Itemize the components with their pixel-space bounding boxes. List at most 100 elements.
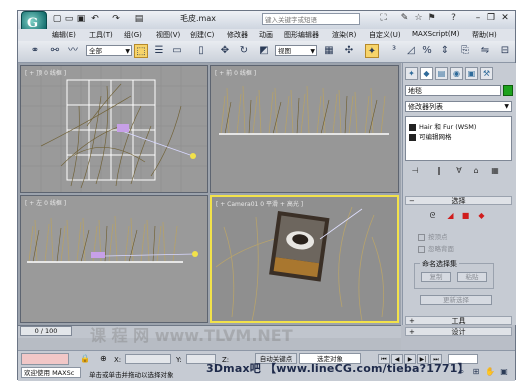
menu-rendering[interactable]: 渲染(R) xyxy=(332,30,356,40)
binoculars-icon[interactable]: ⛶ xyxy=(378,13,389,24)
face-select-icon[interactable]: ■ xyxy=(461,211,470,220)
restore-icon[interactable]: ❐ xyxy=(485,12,497,24)
select-manipulate-icon[interactable]: ✣ xyxy=(342,44,356,58)
window-crossing-icon[interactable]: ▯ xyxy=(194,44,208,58)
viewport-label[interactable]: [ + Camera01 0 平滑 + 高光 ] xyxy=(216,199,303,208)
reference-coordinate-dropdown[interactable]: 视图 ▼ xyxy=(275,45,317,56)
copy-button[interactable]: 复制 xyxy=(421,272,451,282)
viewport-left[interactable]: [ + 左 0 线框 ] xyxy=(20,195,208,323)
remove-modifier-icon[interactable]: ⌂ xyxy=(471,166,481,176)
faint-watermark: 课 程 网 www.TLVM.NET xyxy=(90,326,293,345)
menu-maxscript[interactable]: MAXScript(M) xyxy=(412,30,459,38)
zoom-all-icon[interactable]: ⊞ xyxy=(470,366,482,377)
modify-tab-icon[interactable]: ◆ xyxy=(420,67,433,80)
modifier-list-dropdown[interactable]: 修改器列表 ▼ xyxy=(405,101,512,112)
x-coordinate-field[interactable] xyxy=(125,354,171,364)
project-folder-icon[interactable]: ▤ xyxy=(134,14,144,24)
menu-customize[interactable]: 自定义(U) xyxy=(369,30,401,40)
close-icon[interactable]: ✕ xyxy=(499,12,511,24)
menu-graph-editors[interactable]: 图形编辑器 xyxy=(284,30,319,40)
menu-modifiers[interactable]: 修改器 xyxy=(227,30,248,40)
configure-modifier-sets-icon[interactable]: ▦ xyxy=(490,166,500,176)
show-end-result-icon[interactable]: ‖ xyxy=(434,166,444,176)
maxscript-listener[interactable] xyxy=(21,353,69,365)
stack-item-hair-fur[interactable]: Hair 和 Fur (WSM) xyxy=(409,121,476,131)
menu-tools[interactable]: 工具(T) xyxy=(89,30,113,40)
maxscript-mini-listener[interactable]: 欢迎使用 MAXSc xyxy=(21,367,81,378)
vertex-select-icon[interactable]: ᘓ xyxy=(428,211,437,220)
save-file-icon[interactable]: ▣ xyxy=(76,14,86,24)
redo-icon[interactable]: ↷ xyxy=(111,14,121,24)
menu-edit[interactable]: 编辑(E) xyxy=(52,30,76,40)
angle-snap-icon[interactable]: ◿ xyxy=(404,44,418,58)
menu-help[interactable]: 帮助(H) xyxy=(472,30,497,40)
search-input[interactable]: 键入关键字或短语 xyxy=(262,13,360,25)
select-object-icon[interactable]: ⬚ xyxy=(134,44,148,58)
expand-icon: + xyxy=(409,317,415,325)
menu-create[interactable]: 创建(C) xyxy=(190,30,214,40)
viewport-front[interactable]: [ + 前 0 线框 ] xyxy=(210,65,399,193)
keyboard-shortcut-override-icon[interactable]: ✦ xyxy=(365,44,379,58)
maximize-viewport-icon[interactable]: ▣ xyxy=(498,366,510,377)
time-slider[interactable]: 0 / 100 xyxy=(20,326,72,336)
viewport-top[interactable]: [ + 顶 0 线框 ] xyxy=(20,65,208,193)
mirror-icon[interactable]: ⇋ xyxy=(478,44,492,58)
star-icon[interactable]: ☆ xyxy=(413,13,424,24)
help-tools-icon[interactable]: ⚑ xyxy=(426,13,437,24)
motion-tab-icon[interactable]: ◉ xyxy=(450,67,463,80)
viewport-label[interactable]: [ + 左 0 线框 ] xyxy=(25,198,66,207)
modifier-toggle-icon[interactable] xyxy=(409,133,416,141)
unlink-icon[interactable]: ⚯ xyxy=(48,44,62,58)
pin-stack-icon[interactable]: ⊣ xyxy=(410,166,420,176)
menu-group[interactable]: 组(G) xyxy=(124,30,142,40)
select-by-name-icon[interactable]: ☰ xyxy=(152,44,166,58)
menu-animation[interactable]: 动画 xyxy=(259,30,273,40)
object-color-swatch[interactable] xyxy=(503,85,513,96)
viewport-label[interactable]: [ + 顶 0 线框 ] xyxy=(25,68,66,77)
selection-region-icon[interactable]: ▭ xyxy=(170,44,184,58)
absolute-mode-icon[interactable]: ⊕ xyxy=(100,354,107,363)
modifier-toggle-icon[interactable] xyxy=(409,123,416,131)
help-icon[interactable]: ? xyxy=(448,13,459,24)
rollout-design[interactable]: + 设计 xyxy=(405,327,512,336)
element-select-icon[interactable]: ◆ xyxy=(477,211,486,220)
rollout-selection[interactable]: − 选择 xyxy=(405,196,512,205)
make-unique-icon[interactable]: ∀ xyxy=(454,166,464,176)
viewport-label[interactable]: [ + 前 0 线框 ] xyxy=(215,68,256,77)
select-scale-icon[interactable]: ◩ xyxy=(257,44,271,58)
viewport-camera[interactable]: [ + Camera01 0 平滑 + 高光 ] xyxy=(210,195,399,323)
edge-select-icon[interactable]: ◢ xyxy=(446,211,455,220)
align-icon[interactable]: ⊟ xyxy=(498,44,512,58)
display-tab-icon[interactable]: ▣ xyxy=(465,67,478,80)
snaps-toggle-icon[interactable]: ³ xyxy=(387,44,401,58)
by-vertex-checkbox[interactable]: 按顶点 xyxy=(418,231,448,241)
edit-named-selection-icon[interactable]: ⎘ xyxy=(458,44,472,58)
selection-filter-dropdown[interactable]: 全部 ▼ xyxy=(86,45,132,56)
minimize-icon[interactable]: – xyxy=(472,12,484,24)
create-tab-icon[interactable]: ✦ xyxy=(405,67,418,80)
undo-icon[interactable]: ↶ xyxy=(90,14,100,24)
hierarchy-tab-icon[interactable]: ▤ xyxy=(435,67,448,80)
lock-icon[interactable]: 🔒 xyxy=(80,354,90,363)
update-selection-button[interactable]: 更新选择 xyxy=(420,295,492,305)
select-rotate-icon[interactable]: ↻ xyxy=(237,44,251,58)
new-file-icon[interactable]: ▢ xyxy=(52,14,62,24)
paste-button[interactable]: 粘贴 xyxy=(457,272,487,282)
expand-icon: + xyxy=(409,328,415,336)
percent-snap-icon[interactable]: % xyxy=(420,44,434,58)
menu-views[interactable]: 视图(V) xyxy=(156,30,180,40)
select-move-icon[interactable]: ✥ xyxy=(218,44,232,58)
pivot-center-icon[interactable]: ▦ xyxy=(322,44,336,58)
stack-item-editable-mesh[interactable]: 可编辑网格 xyxy=(409,131,452,141)
communication-icon[interactable]: ✎ xyxy=(399,13,410,24)
object-name-field[interactable]: 地毯 xyxy=(405,85,501,96)
ignore-backfacing-checkbox[interactable]: 忽略背面 xyxy=(418,243,454,253)
spinner-snap-icon[interactable]: ⇕ xyxy=(438,44,452,58)
link-icon[interactable]: ⚭ xyxy=(28,44,42,58)
viewport-area: [ + 顶 0 线框 ] [ + 前 0 线框 ] [+ 左 0 线框] [… xyxy=(18,63,401,325)
open-file-icon[interactable]: ▭ xyxy=(64,14,74,24)
utilities-tab-icon[interactable]: ⚒ xyxy=(480,67,493,80)
pan-icon[interactable]: ✋ xyxy=(484,366,496,377)
bind-space-warp-icon[interactable]: 〰 xyxy=(66,44,80,58)
rollout-tools[interactable]: + 工具 xyxy=(405,316,512,325)
